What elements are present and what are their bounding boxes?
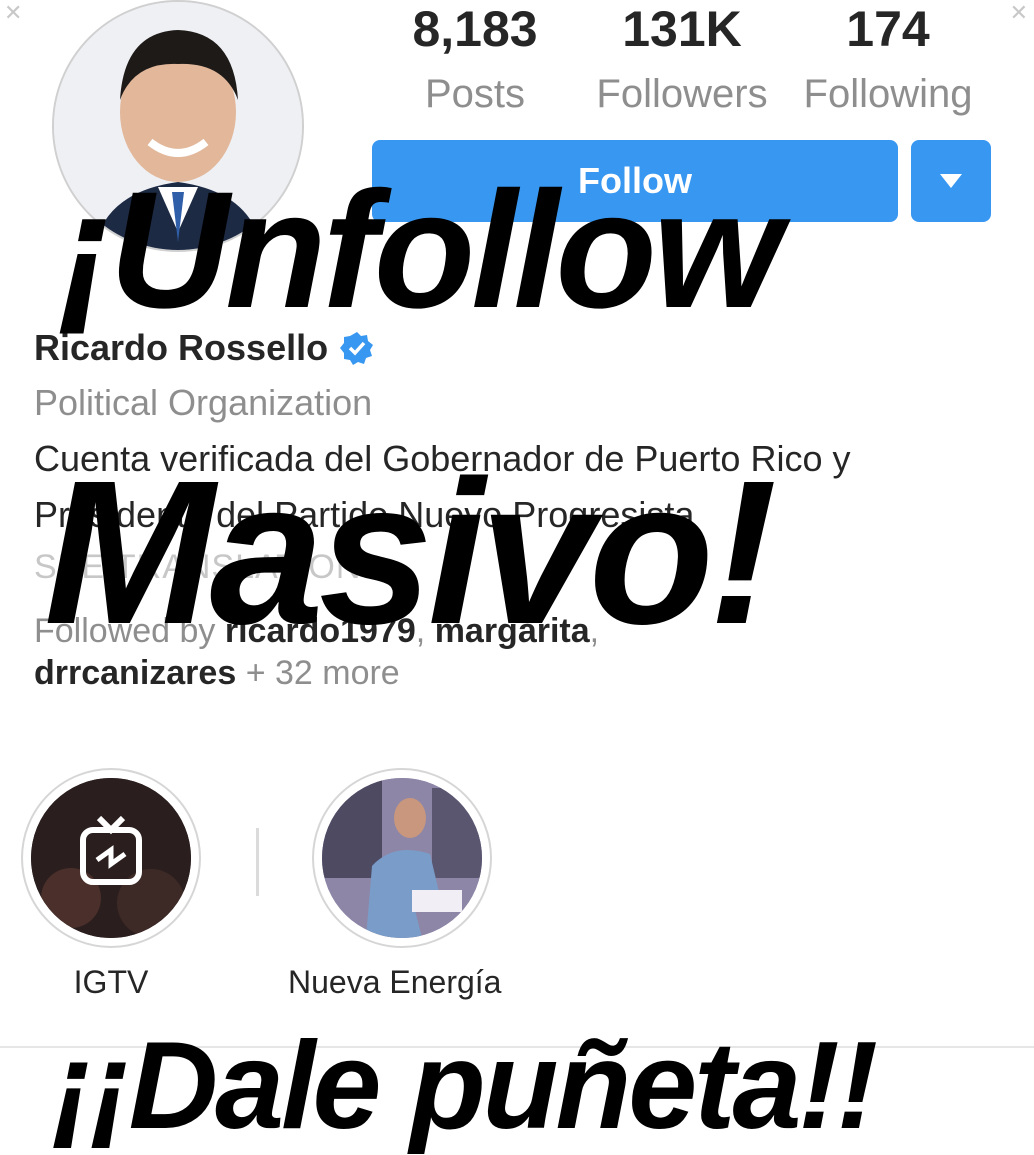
stat-followers[interactable]: 131K Followers (592, 4, 772, 114)
followers-label: Followers (596, 72, 768, 116)
stat-posts[interactable]: 8,183 Posts (404, 4, 546, 114)
posts-count: 8,183 (412, 1, 538, 57)
highlight-cover (322, 778, 482, 938)
stat-following[interactable]: 174 Following (798, 4, 978, 114)
highlight-igtv[interactable]: IGTV (21, 768, 201, 1001)
highlight-label: IGTV (73, 964, 149, 1000)
profile-category: Political Organization (34, 382, 373, 423)
overlay-text-line-1: ¡Unfollow (58, 158, 782, 343)
photo-thumbnail (322, 778, 482, 938)
suggested-accounts-button[interactable] (911, 140, 991, 222)
highlight-divider (256, 828, 259, 896)
followers-count: 131K (622, 1, 742, 57)
close-icon[interactable]: ✕ (1010, 0, 1028, 26)
highlight-ring (312, 768, 492, 948)
highlight-label: Nueva Energía (288, 964, 502, 1000)
following-label: Following (803, 72, 973, 116)
highlight-nueva-energia[interactable]: Nueva Energía (288, 768, 501, 1001)
expand-icon: ✕ (4, 0, 23, 25)
chevron-down-icon (940, 174, 962, 188)
overlay-text-line-2: Masivo! (44, 438, 777, 667)
following-count: 174 (846, 1, 930, 57)
highlight-ring (21, 768, 201, 948)
igtv-icon (31, 778, 191, 938)
highlight-cover (31, 778, 191, 938)
overlay-text-line-3: ¡¡Dale puñeta!! (52, 1017, 878, 1155)
posts-label: Posts (424, 72, 526, 116)
